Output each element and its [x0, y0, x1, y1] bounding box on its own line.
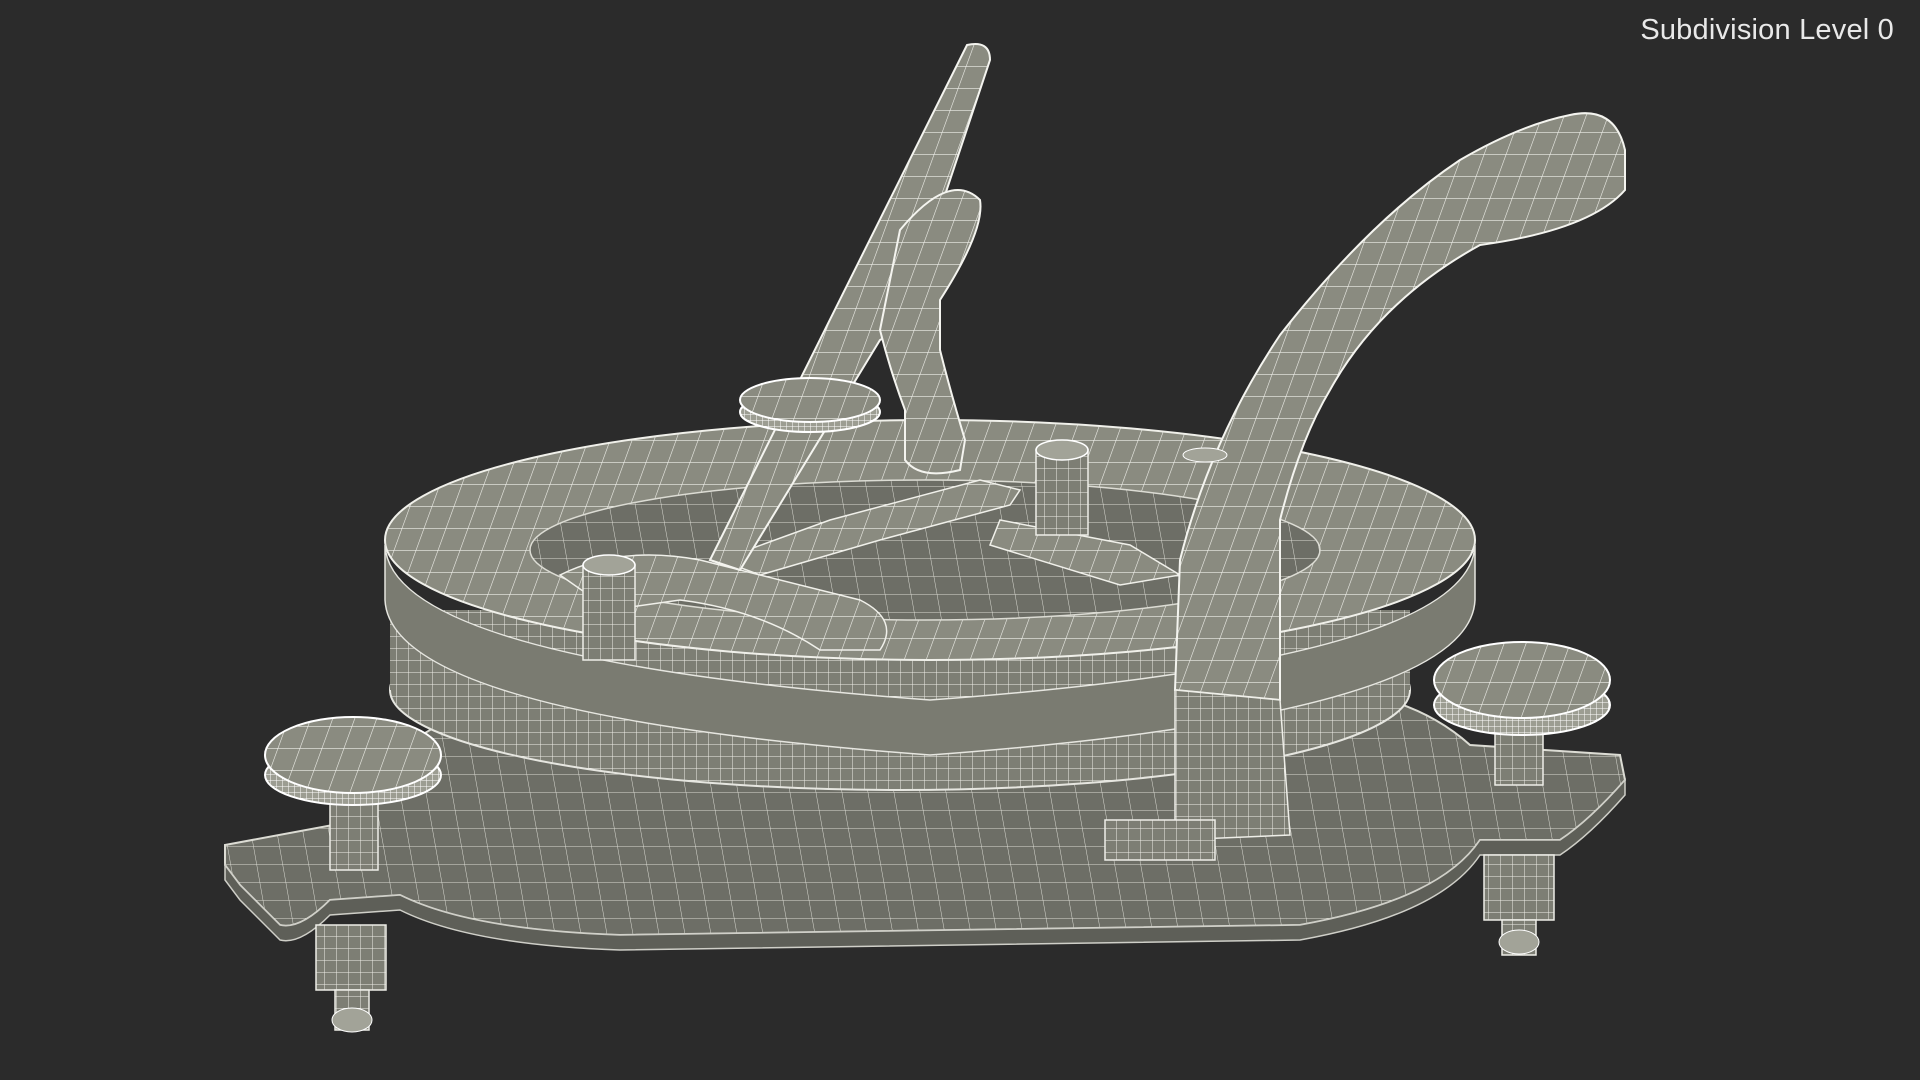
- pin-left: [582, 554, 636, 661]
- subdivision-level-label: Subdivision Level 0: [1640, 14, 1894, 46]
- model-render: [224, 43, 1627, 1033]
- pin-center: [1035, 439, 1089, 536]
- leveling-screw-back: [739, 377, 881, 433]
- dial-ring: [384, 419, 1476, 791]
- 3d-viewport[interactable]: Subdivision Level 0: [0, 0, 1920, 1080]
